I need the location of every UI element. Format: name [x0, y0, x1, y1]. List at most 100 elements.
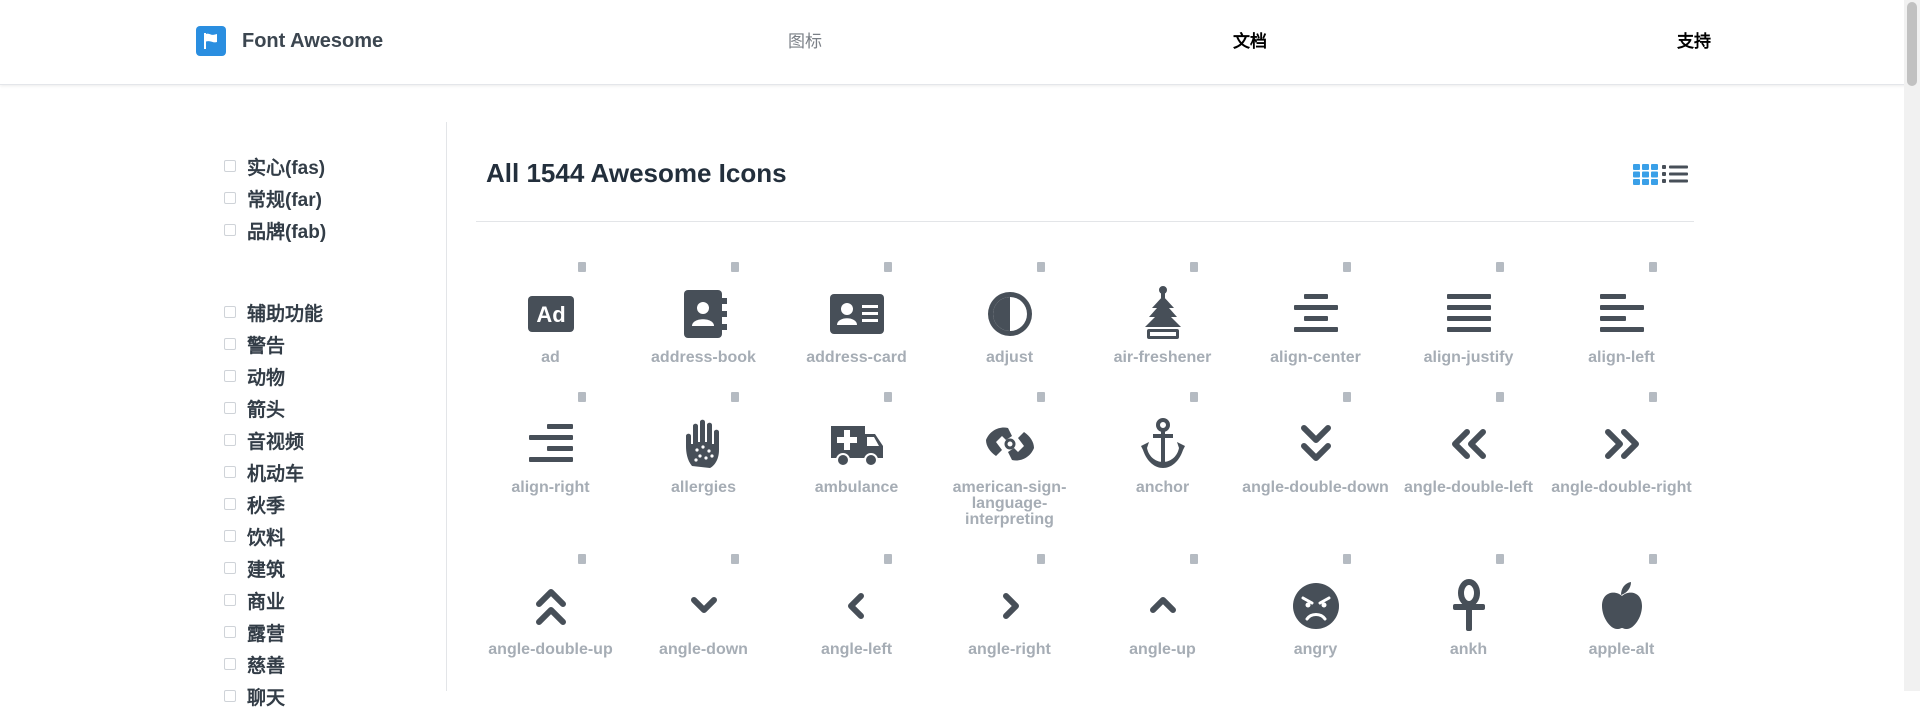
filter-spacer — [224, 246, 424, 296]
filter-sidebar: 实心(fas) 常规(far) 品牌(fab) 辅助功能 警告动物箭头 音视频 机动车秋季饮… — [224, 150, 424, 712]
clipboard-icon[interactable] — [731, 262, 739, 272]
icon-tile[interactable]: angle-left — [780, 550, 933, 678]
icon-tile[interactable]: address-book — [627, 258, 780, 386]
category-filter[interactable]: 秋季 — [224, 488, 424, 520]
clipboard-icon[interactable] — [1343, 554, 1351, 564]
clipboard-icon[interactable] — [578, 554, 586, 564]
icon-tile[interactable]: align-center — [1239, 258, 1392, 386]
clipboard-icon[interactable] — [1190, 554, 1198, 564]
filter-label: 秋季 — [247, 495, 286, 517]
clipboard-icon[interactable] — [1190, 392, 1198, 402]
icon-tile[interactable]: apple-alt — [1545, 550, 1698, 678]
filter-checkbox[interactable] — [224, 434, 236, 446]
style-filter[interactable]: 常规(far) — [224, 182, 424, 214]
angle-down-icon — [676, 578, 732, 634]
clipboard-icon[interactable] — [1343, 392, 1351, 402]
filter-label: 动物 — [247, 367, 286, 389]
category-filter[interactable]: 聊天 — [224, 680, 424, 712]
scrollbar-thumb[interactable] — [1907, 2, 1917, 86]
list-view-icon[interactable] — [1662, 162, 1688, 191]
clipboard-icon[interactable] — [1649, 554, 1657, 564]
clipboard-icon[interactable] — [884, 554, 892, 564]
icon-tile[interactable]: align-left — [1545, 258, 1698, 386]
category-filter[interactable]: 警告 — [224, 328, 424, 360]
clipboard-icon[interactable] — [1037, 262, 1045, 272]
icon-tile[interactable]: allergies — [627, 388, 780, 548]
filter-checkbox[interactable] — [224, 466, 236, 478]
american-sign-language-interpreting-icon — [982, 416, 1038, 472]
clipboard-icon[interactable] — [1496, 392, 1504, 402]
angle-up-icon — [1135, 578, 1191, 634]
style-filter[interactable]: 品牌(fab) — [224, 214, 424, 246]
filter-checkbox[interactable] — [224, 370, 236, 382]
svg-text:Ad: Ad — [536, 302, 565, 327]
clipboard-icon[interactable] — [1037, 554, 1045, 564]
clipboard-icon[interactable] — [1037, 392, 1045, 402]
nav-support[interactable]: 支持 — [1677, 0, 1711, 84]
brand[interactable]: Font Awesome — [196, 26, 383, 56]
grid-view-icon[interactable] — [1633, 162, 1659, 191]
clipboard-icon[interactable] — [1496, 554, 1504, 564]
filter-label: 聊天 — [247, 687, 286, 709]
icon-tile[interactable]: Ad ad — [474, 258, 627, 386]
style-filter[interactable]: 实心(fas) — [224, 150, 424, 182]
category-filter[interactable]: 建筑 — [224, 552, 424, 584]
category-filter[interactable]: 商业 — [224, 584, 424, 616]
category-filter[interactable]: 慈善 — [224, 648, 424, 680]
clipboard-icon[interactable] — [884, 262, 892, 272]
page-title: All 1544 Awesome Icons — [486, 158, 787, 188]
filter-checkbox[interactable] — [224, 562, 236, 574]
filter-checkbox[interactable] — [224, 160, 236, 172]
category-filter[interactable]: 露营 — [224, 616, 424, 648]
clipboard-icon[interactable] — [1190, 262, 1198, 272]
category-filter[interactable]: 动物 — [224, 360, 424, 392]
icon-tile[interactable]: angry — [1239, 550, 1392, 678]
icon-tile[interactable]: angle-double-down — [1239, 388, 1392, 548]
icon-tile[interactable]: anchor — [1086, 388, 1239, 548]
icon-tile[interactable]: ambulance — [780, 388, 933, 548]
filter-checkbox[interactable] — [224, 402, 236, 414]
category-filter[interactable]: 饮料 — [224, 520, 424, 552]
angry-icon — [1288, 578, 1344, 634]
icon-tile[interactable]: angle-down — [627, 550, 780, 678]
top-navbar: Font Awesome 图标 文档 支持 — [0, 0, 1920, 85]
clipboard-icon[interactable] — [1649, 262, 1657, 272]
clipboard-icon[interactable] — [1343, 262, 1351, 272]
icon-tile[interactable]: address-card — [780, 258, 933, 386]
icon-tile[interactable]: angle-double-right — [1545, 388, 1698, 548]
icon-tile[interactable]: angle-double-up — [474, 550, 627, 678]
filter-checkbox[interactable] — [224, 192, 236, 204]
clipboard-icon[interactable] — [731, 392, 739, 402]
icon-tile[interactable]: air-freshener — [1086, 258, 1239, 386]
filter-checkbox[interactable] — [224, 338, 236, 350]
icon-tile[interactable]: adjust — [933, 258, 1086, 386]
category-filter[interactable]: 音视频 — [224, 424, 424, 456]
icon-tile[interactable]: american-sign-language-interpreting — [933, 388, 1086, 548]
clipboard-icon[interactable] — [1649, 392, 1657, 402]
clipboard-icon[interactable] — [884, 392, 892, 402]
clipboard-icon[interactable] — [578, 262, 586, 272]
nav-icons[interactable]: 图标 — [788, 0, 822, 84]
clipboard-icon[interactable] — [731, 554, 739, 564]
icon-tile[interactable]: angle-double-left — [1392, 388, 1545, 548]
filter-checkbox[interactable] — [224, 690, 236, 702]
category-filter[interactable]: 辅助功能 — [224, 296, 424, 328]
vertical-scrollbar[interactable] — [1904, 0, 1920, 691]
filter-checkbox[interactable] — [224, 658, 236, 670]
filter-checkbox[interactable] — [224, 306, 236, 318]
icon-tile[interactable]: align-justify — [1392, 258, 1545, 386]
nav-docs[interactable]: 文档 — [1233, 0, 1267, 84]
filter-checkbox[interactable] — [224, 594, 236, 606]
icon-tile[interactable]: ankh — [1392, 550, 1545, 678]
category-filter[interactable]: 机动车 — [224, 456, 424, 488]
icon-tile[interactable]: align-right — [474, 388, 627, 548]
filter-checkbox[interactable] — [224, 626, 236, 638]
icon-tile[interactable]: angle-up — [1086, 550, 1239, 678]
filter-checkbox[interactable] — [224, 498, 236, 510]
clipboard-icon[interactable] — [1496, 262, 1504, 272]
icon-tile[interactable]: angle-right — [933, 550, 1086, 678]
filter-checkbox[interactable] — [224, 530, 236, 542]
clipboard-icon[interactable] — [578, 392, 586, 402]
filter-checkbox[interactable] — [224, 224, 236, 236]
category-filter[interactable]: 箭头 — [224, 392, 424, 424]
